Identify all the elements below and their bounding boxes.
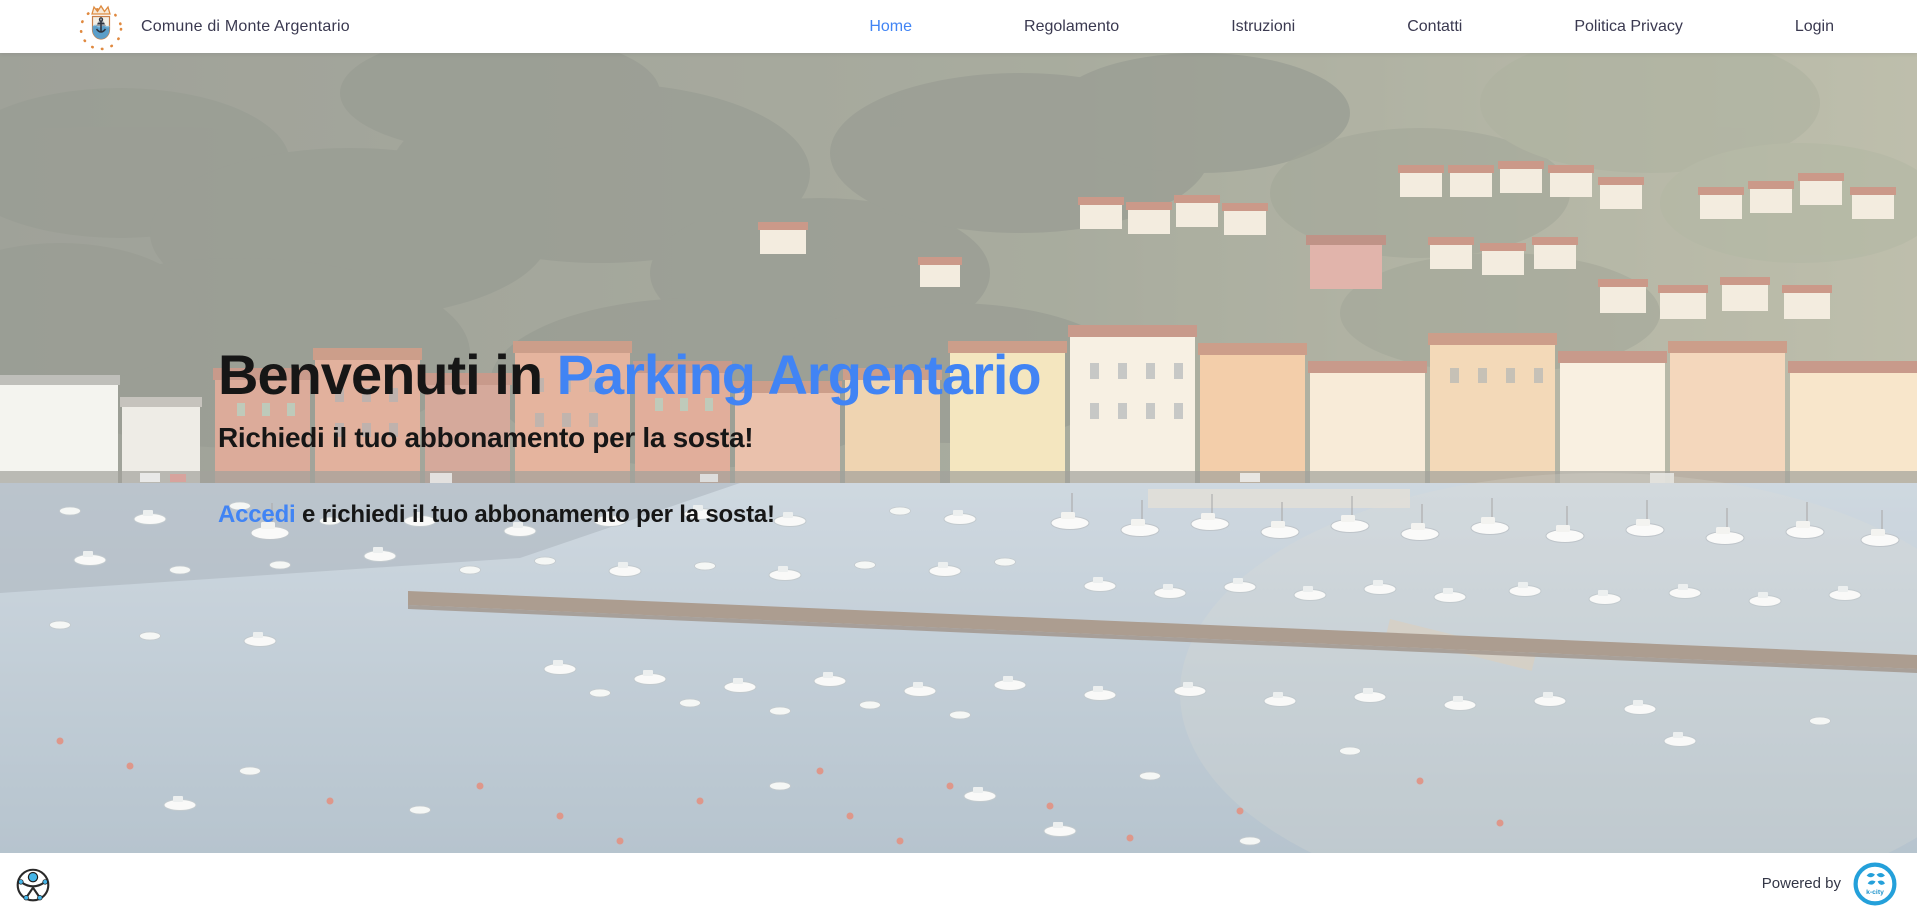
accessibility-widget-button[interactable] <box>14 865 52 903</box>
powered-by: Powered by k-city <box>1762 862 1897 906</box>
brand[interactable]: Comune di Monte Argentario <box>78 2 350 52</box>
nav-item-login[interactable]: Login <box>1795 18 1834 36</box>
nav-item-istruzioni[interactable]: Istruzioni <box>1231 18 1295 36</box>
nav-item-regolamento[interactable]: Regolamento <box>1024 18 1119 36</box>
accedi-link[interactable]: Accedi <box>218 501 296 528</box>
footer-bar: Powered by k-city <box>0 853 1917 914</box>
kcity-logo-icon: k-city <box>1853 862 1897 906</box>
hero-cta-text: e richiedi il tuo abbonamento per la sos… <box>296 501 775 528</box>
hero-cta-line: Accedi e richiedi il tuo abbonamento per… <box>218 501 1917 529</box>
kcity-logo-link[interactable]: k-city <box>1853 862 1897 906</box>
powered-by-label: Powered by <box>1762 875 1841 892</box>
hero-title-prefix: Benvenuti in <box>218 343 557 406</box>
main-nav: Home Regolamento Istruzioni Contatti Pol… <box>869 18 1834 36</box>
hero-title-highlight: Parking Argentario <box>557 343 1041 406</box>
nav-item-politica-privacy[interactable]: Politica Privacy <box>1574 18 1682 36</box>
hero-section: Benvenuti in Parking Argentario Richiedi… <box>0 53 1917 853</box>
parking-argentario-homepage: Comune di Monte Argentario Home Regolame… <box>0 0 1917 914</box>
brand-name: Comune di Monte Argentario <box>141 18 350 36</box>
hero-title: Benvenuti in Parking Argentario <box>218 346 1917 405</box>
hero-content: Benvenuti in Parking Argentario Richiedi… <box>0 53 1917 529</box>
top-nav-bar: Comune di Monte Argentario Home Regolame… <box>0 0 1917 53</box>
kcity-logo-text: k-city <box>1866 888 1884 895</box>
nav-item-home[interactable]: Home <box>869 18 912 36</box>
hero-subtitle: Richiedi il tuo abbonamento per la sosta… <box>218 422 1917 454</box>
nav-item-contatti[interactable]: Contatti <box>1407 18 1462 36</box>
accessibility-icon <box>14 865 52 903</box>
comune-crest-icon <box>78 2 124 52</box>
